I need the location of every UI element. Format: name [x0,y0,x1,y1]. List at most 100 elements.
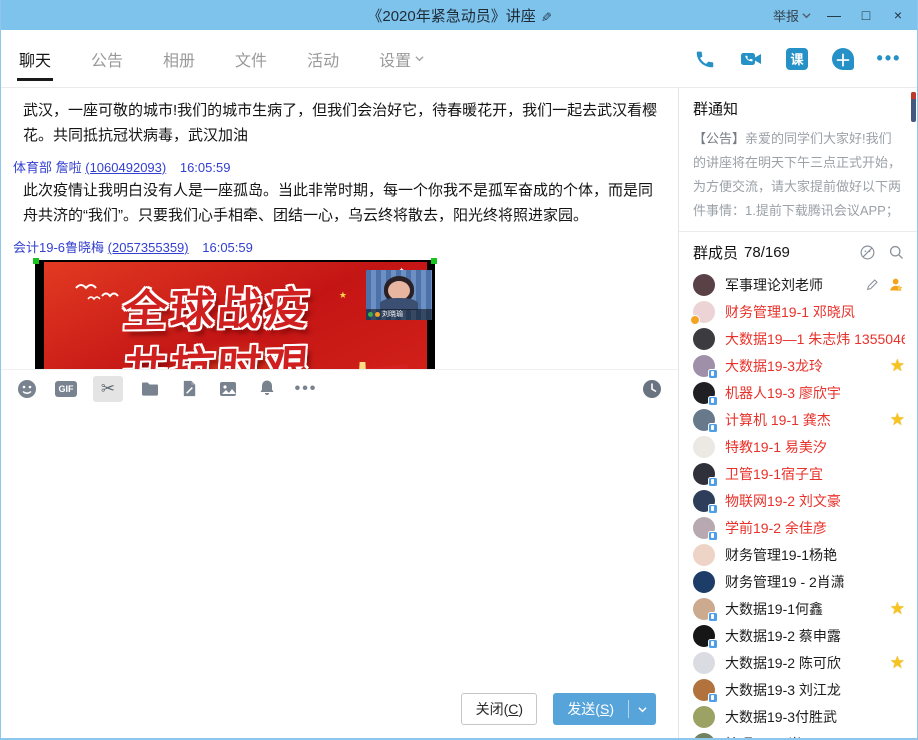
group-notice-section[interactable]: 群通知 【公告】亲爱的同学们大家好!我们的讲座将在明天下午三点正式开始，为方便交… [679,88,917,232]
panel-scrollbar[interactable] [910,88,917,738]
member-name: 财务管理19-1 邓晓凤 [725,302,855,322]
video-call-icon[interactable] [739,47,763,71]
send-image-icon[interactable] [216,377,240,401]
member-row[interactable]: 财务管理19 - 2肖潇 ★ [679,568,917,595]
members-header: 群成员 78/169 [679,232,917,271]
chat-message: 武汉，一座可敬的城市!我们的城市生病了，但我们会治好它，待春暖花开，我们一起去武… [13,98,664,148]
member-row[interactable]: 大数据19-3 刘江龙 ★ [679,676,917,703]
selection-handle [33,258,39,264]
report-button[interactable]: 举报 [773,6,811,25]
sender-name: 体育部 詹啦 [13,160,82,175]
more-icon[interactable]: ••• [877,47,901,71]
chat-message: 会计19-6鲁晓梅 (2057355359) 16:05:59 [13,237,664,369]
avatar [693,652,715,674]
mobile-online-badge [708,612,718,622]
member-row[interactable]: 护理19-11肖雨 ★ [679,730,917,738]
member-name: 大数据19-3 刘江龙 [725,680,841,700]
member-row[interactable]: 大数据19-3付胜武 ★ [679,703,917,730]
member-row[interactable]: 军事理论刘老师 ★ [679,271,917,298]
message-time: 16:05:59 [180,160,231,175]
member-name: 军事理论刘老师 [725,275,823,295]
lecture-screenshot-image[interactable]: ★ ✦ ★ ✦ 全球战疫 共抗时艰 [35,260,435,369]
qq-group-chat-window: 《2020年紧急动员》讲座✎ 举报 — □ × 聊天 公告 相册 文件 活动 设… [0,0,918,740]
member-row[interactable]: 大数据19-2 蔡申露 ★ [679,622,917,649]
member-name: 财务管理19-1杨艳 [725,545,837,565]
mute-icon[interactable] [859,244,876,261]
member-list[interactable]: 军事理论刘老师 ★ 财务管理19-1 邓晓凤 ★ 大数据19—1 朱志炜 135… [679,271,917,738]
tab-chat[interactable]: 聊天 [17,33,53,85]
chevron-down-icon [415,54,424,63]
member-row[interactable]: 物联网19-2 刘文豪 ★ [679,487,917,514]
member-row[interactable]: 卫管19-1宿子宜 ★ [679,460,917,487]
tab-files[interactable]: 文件 [233,33,269,85]
voice-call-icon[interactable] [693,47,717,71]
member-row[interactable]: 大数据19—1 朱志炜 13550462967 ★ [679,325,917,352]
member-row[interactable]: 大数据19-2 陈可欣 ★ [679,649,917,676]
class-icon[interactable]: 课 [785,47,809,71]
search-members-icon[interactable] [888,244,905,261]
add-bubble-icon[interactable]: ＋ [831,47,855,71]
member-name: 大数据19-3付胜武 [725,707,837,727]
tab-settings[interactable]: 设置 [377,33,426,85]
scrollbar-thumb[interactable] [911,92,916,122]
sender-uid-link[interactable]: (2057355359) [108,240,189,255]
footer: 关闭(C) 发送(S) [1,680,678,738]
member-row[interactable]: 机器人19-3 廖欣宇 ★ [679,379,917,406]
member-row[interactable]: 大数据19-3龙玲 ★ [679,352,917,379]
chat-column: 武汉，一座可敬的城市!我们的城市生病了，但我们会治好它，待春暖花开，我们一起去武… [1,88,679,738]
message-text: 武汉，一座可敬的城市!我们的城市生病了，但我们会治好它，待春暖花开，我们一起去武… [23,98,664,148]
message-input[interactable] [1,407,678,680]
emoji-icon[interactable] [15,377,39,401]
chat-message-list[interactable]: 武汉，一座可敬的城市!我们的城市生病了，但我们会治好它，待春暖花开，我们一起去武… [1,88,678,369]
tab-album[interactable]: 相册 [161,33,197,85]
member-name: 护理19-11肖雨 [725,734,816,739]
emoji-badge [690,315,700,325]
mobile-online-badge [708,531,718,541]
close-button[interactable]: × [889,7,907,23]
member-row[interactable]: 计算机 19-1 龚杰 ★ [679,406,917,433]
member-name: 大数据19-3龙玲 [725,356,823,376]
member-name: 卫管19-1宿子宜 [725,464,823,484]
avatar [693,436,715,458]
member-row[interactable]: 财务管理19-1 邓晓凤 ★ [679,298,917,325]
message-alert-bell-icon[interactable] [255,377,279,401]
member-name: 大数据19—1 朱志炜 13550462967 [725,329,905,349]
teacher-webcam-thumbnail: 刘晓瑜 [366,270,432,320]
maximize-button[interactable]: □ [857,7,875,23]
member-name: 特教19-1 易美汐 [725,437,827,457]
sender-line: 会计19-6鲁晓梅 (2057355359) 16:05:59 [13,237,664,256]
mobile-online-badge [708,396,718,406]
close-chat-button[interactable]: 关闭(C) [461,693,537,725]
webcam-name: 刘晓瑜 [382,311,403,318]
avatar [693,733,715,739]
send-file-folder-icon[interactable] [138,377,162,401]
member-row[interactable]: 特教19-1 易美汐 ★ [679,433,917,460]
tab-bar: 聊天 公告 相册 文件 活动 设置 课 ＋ ••• [1,30,917,88]
member-name: 学前19-2 余佳彦 [725,518,827,538]
mobile-online-badge [708,369,718,379]
member-row[interactable]: 大数据19-1何鑫 ★ [679,595,917,622]
member-row[interactable]: 财务管理19-1杨艳 ★ [679,541,917,568]
send-button[interactable]: 发送(S) [553,693,656,725]
edit-nickname-pencil-icon[interactable] [865,277,880,292]
send-options-caret[interactable] [629,705,656,714]
minimize-button[interactable]: — [825,7,843,23]
document-icon[interactable] [177,377,201,401]
sender-line: 体育部 詹啦 (1060492093) 16:05:59 [13,157,664,176]
message-history-clock-icon[interactable] [640,377,664,401]
avatar [693,571,715,593]
tab-announcement[interactable]: 公告 [89,33,125,85]
screenshot-scissors-icon[interactable]: ✂ [93,376,123,402]
member-name: 计算机 19-1 龚杰 [725,410,831,430]
avatar [693,328,715,350]
titlebar: 《2020年紧急动员》讲座✎ 举报 — □ × [1,0,917,30]
group-side-panel: 群通知 【公告】亲爱的同学们大家好!我们的讲座将在明天下午三点正式开始，为方便交… [679,88,917,738]
member-name: 财务管理19 - 2肖潇 [725,572,845,592]
sender-uid-link[interactable]: (1060492093) [85,160,166,175]
member-row[interactable]: 学前19-2 余佳彦 ★ [679,514,917,541]
gif-icon[interactable]: GIF [54,377,78,401]
more-tools-icon[interactable]: ••• [294,377,318,401]
tab-activity[interactable]: 活动 [305,33,341,85]
edit-title-icon[interactable]: ✎ [537,11,553,22]
member-name: 大数据19-1何鑫 [725,599,823,619]
